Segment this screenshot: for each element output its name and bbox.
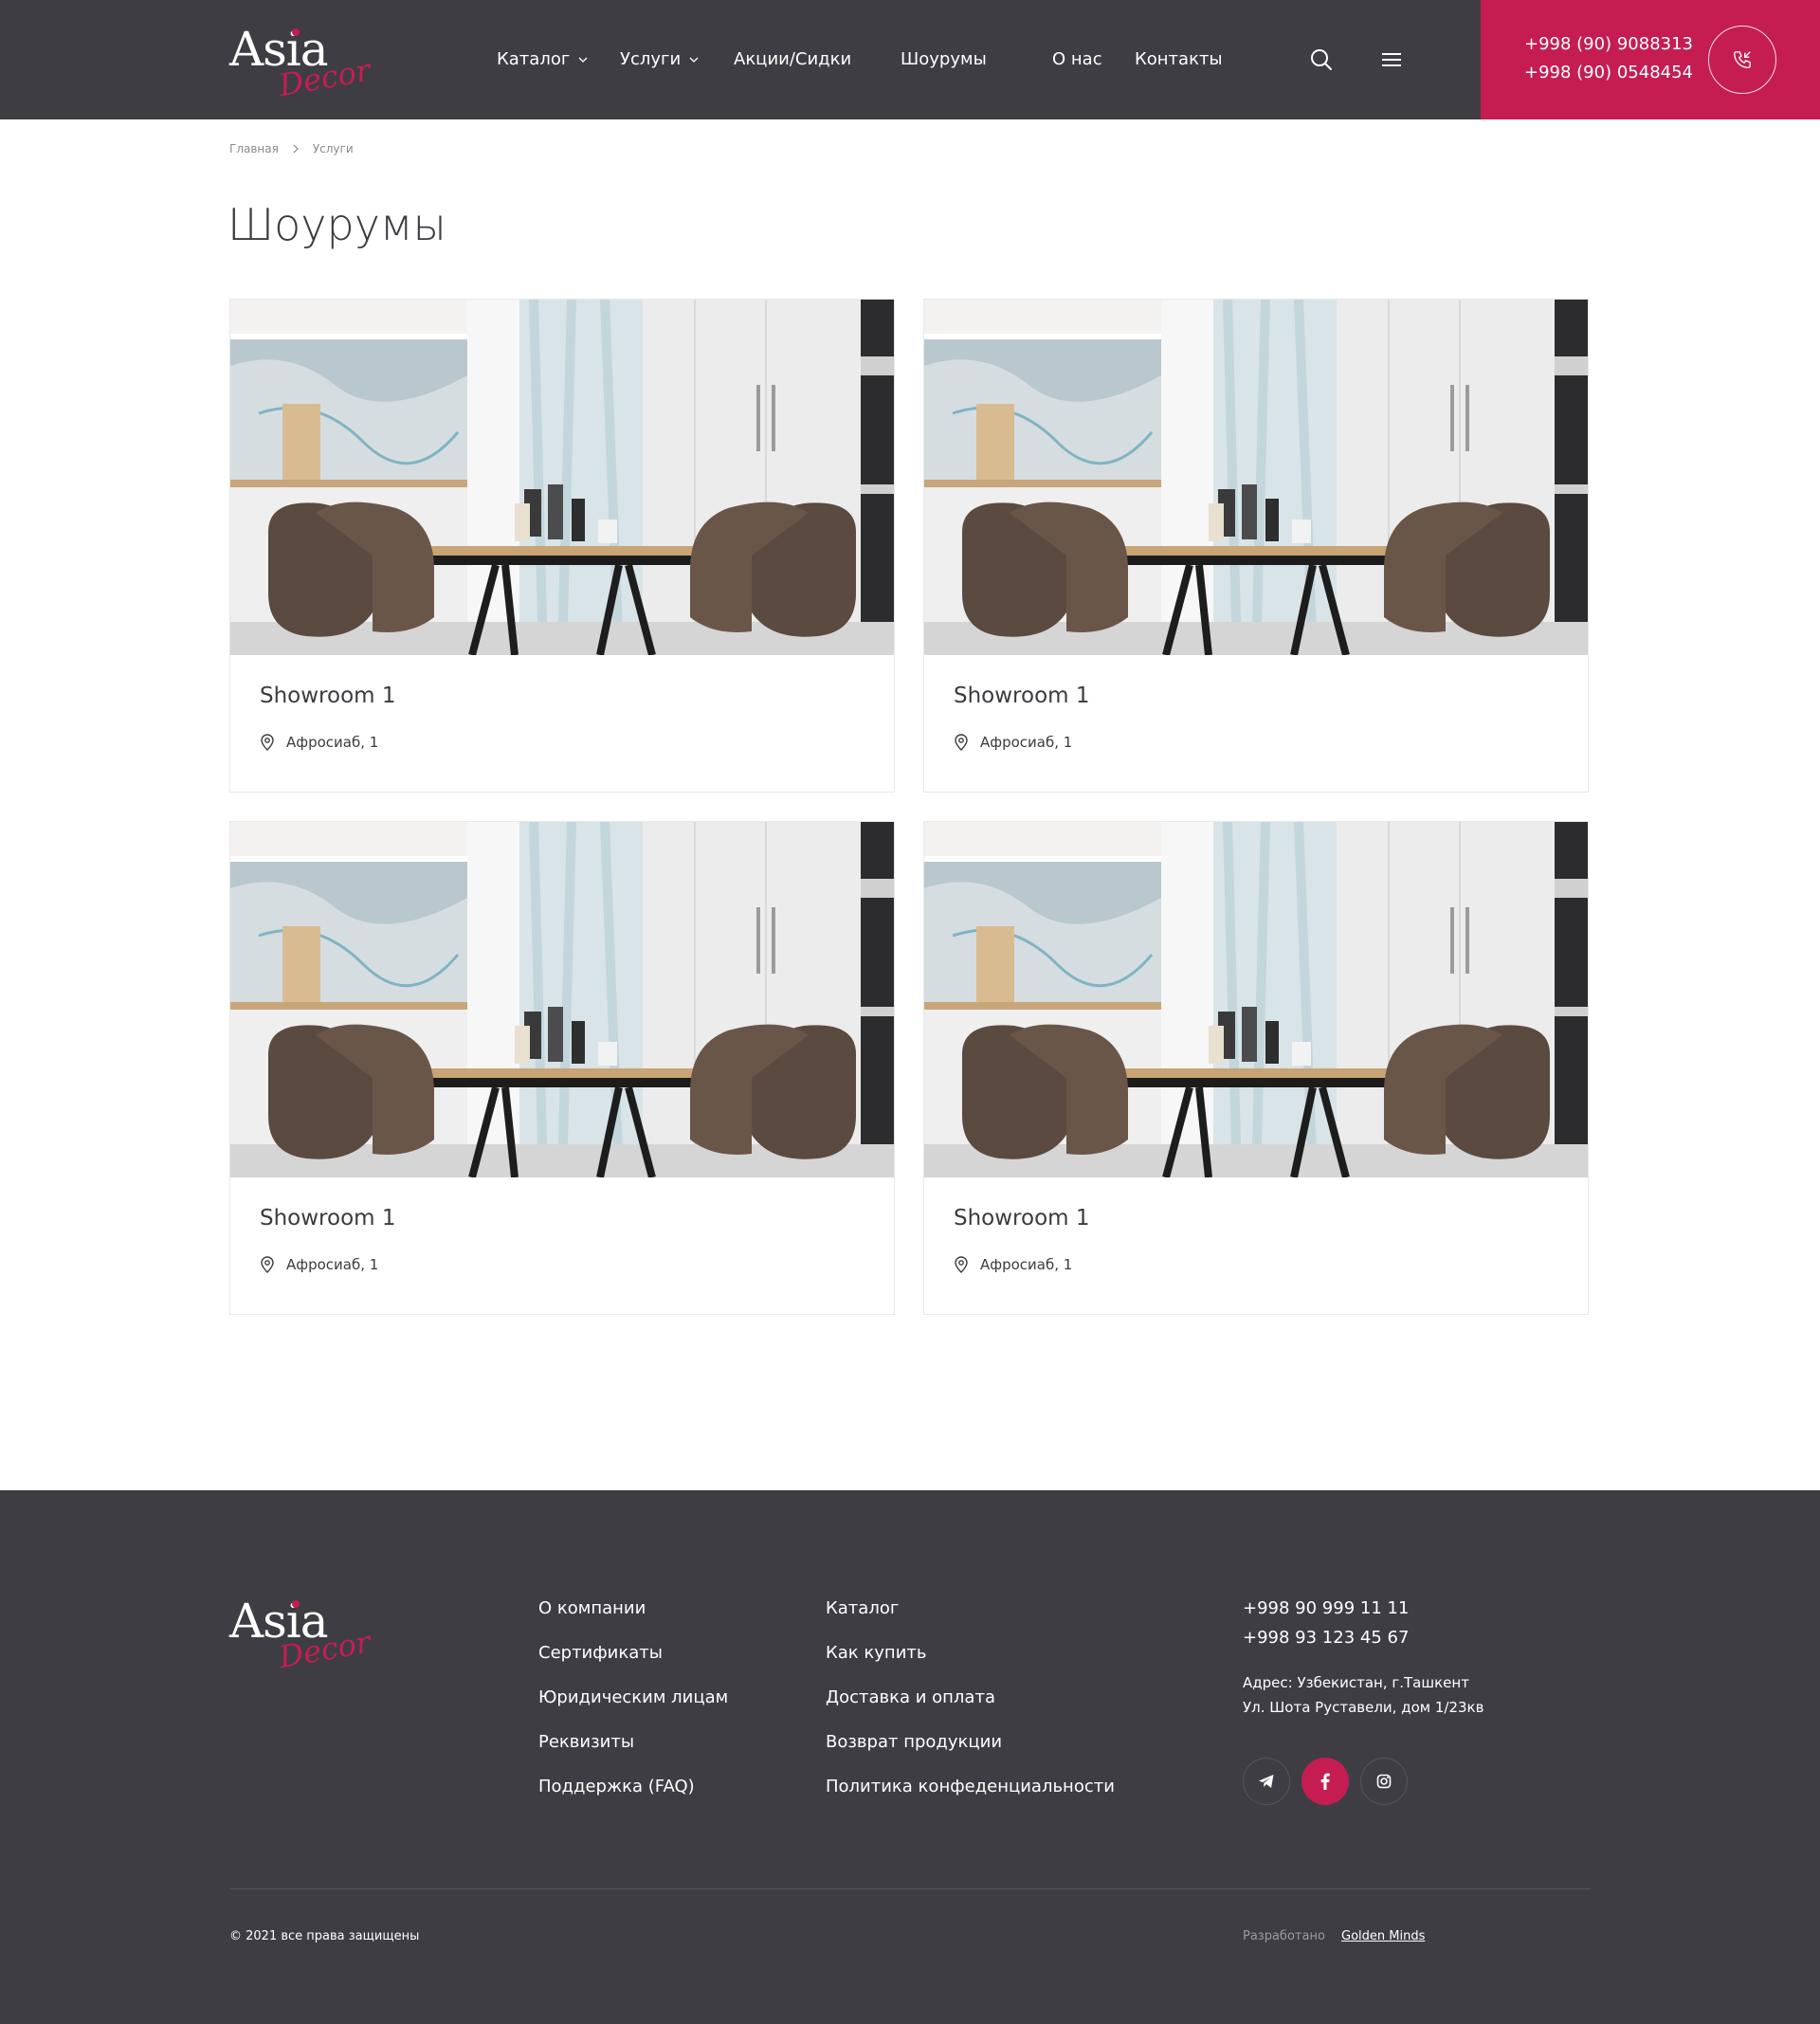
developer-link[interactable]: Golden Minds	[1341, 1929, 1425, 1943]
nav-about-label: О нас	[1052, 49, 1102, 69]
location-pin-icon	[955, 1256, 968, 1273]
developer-label: Разработано	[1243, 1929, 1325, 1943]
nav-promotions[interactable]: Акции/Сидки	[734, 49, 851, 69]
site-header: Asia Decor Каталог Услуги Акции/Сидки Шо…	[0, 0, 1820, 119]
showroom-address: Афросиаб, 1	[260, 734, 378, 751]
showroom-photo	[924, 822, 1588, 1177]
showroom-title: Showroom 1	[954, 684, 1090, 708]
showroom-address: Афросиаб, 1	[954, 734, 1072, 751]
footer-link-faq[interactable]: Поддержка (FAQ)	[538, 1777, 695, 1796]
showroom-title: Showroom 1	[260, 1206, 396, 1231]
showroom-address-text: Афросиаб, 1	[980, 734, 1073, 751]
footer-link-legal[interactable]: Юридическим лицам	[538, 1687, 728, 1707]
phone-callback-icon	[1734, 51, 1751, 68]
nav-contacts[interactable]: Контакты	[1135, 49, 1223, 69]
showroom-address-text: Афросиаб, 1	[980, 1256, 1073, 1273]
showroom-address-text: Афросиаб, 1	[286, 1256, 379, 1273]
showroom-photo	[924, 300, 1588, 655]
location-pin-icon	[955, 734, 968, 751]
facebook-button[interactable]	[1301, 1758, 1349, 1805]
nav-catalog-label: Каталог	[497, 49, 571, 69]
footer-link-returns[interactable]: Возврат продукции	[826, 1732, 1002, 1752]
instagram-icon	[1376, 1774, 1392, 1789]
logo-dot	[292, 28, 300, 36]
nav-contacts-label: Контакты	[1135, 49, 1223, 69]
chevron-right-icon	[293, 144, 299, 154]
showroom-image	[230, 300, 894, 655]
copyright: © 2021 все права защищены	[229, 1929, 420, 1943]
footer-address-line-1: Адрес: Узбекистан, г.Ташкент	[1243, 1674, 1469, 1691]
breadcrumb-home[interactable]: Главная	[229, 142, 279, 155]
footer-link-requisites[interactable]: Реквизиты	[538, 1732, 634, 1752]
footer-link-catalog[interactable]: Каталог	[826, 1598, 899, 1618]
showroom-image	[924, 300, 1588, 655]
header-phone-1[interactable]: +998 (90) 9088313	[1524, 34, 1693, 54]
logo-dot	[292, 1600, 300, 1608]
showroom-photo	[230, 822, 894, 1177]
chevron-down-icon	[578, 57, 588, 63]
search-icon[interactable]	[1308, 46, 1335, 73]
showroom-card[interactable]: Showroom 1 Афросиаб, 1	[229, 821, 895, 1315]
showroom-address-text: Афросиаб, 1	[286, 734, 379, 751]
footer-link-how-to-buy[interactable]: Как купить	[826, 1643, 927, 1663]
footer-link-privacy[interactable]: Политика конфеденциальности	[826, 1777, 1115, 1796]
site-footer: Asia Decor О компании Сертификаты Юридич…	[0, 1490, 1820, 2024]
header-phone-2[interactable]: +998 (90) 0548454	[1524, 63, 1693, 82]
footer-divider	[229, 1888, 1591, 1889]
chevron-down-icon	[689, 57, 699, 63]
logo[interactable]: Asia Decor	[229, 23, 373, 103]
location-pin-icon	[261, 734, 274, 751]
showroom-card[interactable]: Showroom 1 Афросиаб, 1	[923, 821, 1589, 1315]
telegram-icon	[1259, 1775, 1274, 1788]
nav-about[interactable]: О нас	[1052, 49, 1102, 69]
showroom-title: Showroom 1	[260, 684, 396, 708]
showroom-address: Афросиаб, 1	[260, 1256, 378, 1273]
footer-phone-1[interactable]: +998 90 999 11 11	[1243, 1598, 1409, 1618]
nav-catalog[interactable]: Каталог	[497, 49, 589, 69]
footer-link-about[interactable]: О компании	[538, 1598, 646, 1618]
nav-services[interactable]: Услуги	[620, 49, 700, 69]
location-pin-icon	[261, 1256, 274, 1273]
footer-link-certificates[interactable]: Сертификаты	[538, 1643, 663, 1663]
showroom-photo	[230, 300, 894, 655]
nav-promotions-label: Акции/Сидки	[734, 49, 852, 69]
showroom-image	[230, 822, 894, 1177]
showroom-address: Афросиаб, 1	[954, 1256, 1072, 1273]
header-phone-box: +998 (90) 9088313 +998 (90) 0548454	[1481, 0, 1820, 119]
nav-showrooms[interactable]: Шоурумы	[901, 49, 987, 69]
breadcrumb: Главная Услуги	[229, 142, 354, 155]
footer-logo[interactable]: Asia Decor	[229, 1595, 373, 1675]
breadcrumb-services[interactable]: Услуги	[313, 142, 354, 155]
footer-phone-2[interactable]: +998 93 123 45 67	[1243, 1628, 1409, 1648]
telegram-button[interactable]	[1243, 1758, 1290, 1805]
showroom-title: Showroom 1	[954, 1206, 1090, 1231]
showroom-image	[924, 822, 1588, 1177]
showroom-card[interactable]: Showroom 1 Афросиаб, 1	[229, 299, 895, 793]
nav-showrooms-label: Шоурумы	[901, 49, 987, 69]
showroom-card[interactable]: Showroom 1 Афросиаб, 1	[923, 299, 1589, 793]
page-title: Шоурумы	[228, 199, 446, 250]
footer-link-delivery[interactable]: Доставка и оплата	[826, 1687, 995, 1707]
facebook-icon	[1320, 1773, 1330, 1790]
callback-button[interactable]	[1708, 26, 1776, 94]
footer-address-line-2: Ул. Шота Руставели, дом 1/23кв	[1243, 1699, 1484, 1716]
instagram-button[interactable]	[1360, 1758, 1408, 1805]
menu-icon[interactable]	[1378, 46, 1405, 73]
nav-services-label: Услуги	[620, 49, 682, 69]
